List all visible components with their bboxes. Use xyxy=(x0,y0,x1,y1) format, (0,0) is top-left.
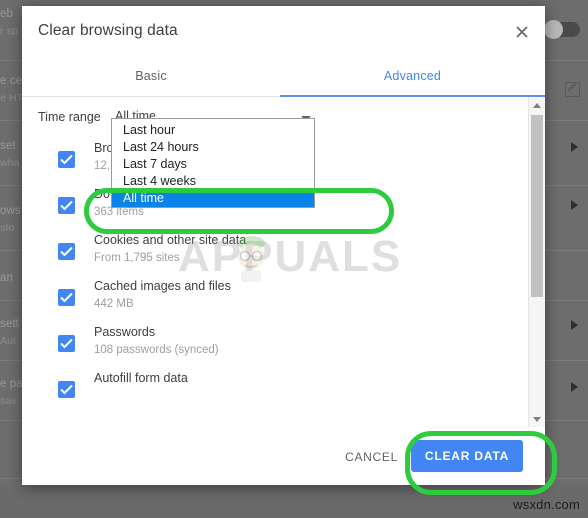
backdrop-text-fragment: e HT xyxy=(0,92,24,104)
list-item-subtitle: From 1,795 sites xyxy=(94,252,180,264)
time-range-label: Time range xyxy=(38,110,101,124)
cancel-button[interactable]: CANCEL xyxy=(337,444,406,470)
dialog-scrollbar[interactable] xyxy=(528,97,545,427)
backdrop-text-fragment: set xyxy=(0,140,16,152)
list-item[interactable]: Cached images and files 442 MB xyxy=(22,279,515,325)
list-item[interactable]: Passwords 108 passwords (synced) xyxy=(22,325,515,371)
site-watermark: wsxdn.com xyxy=(513,497,580,512)
dropdown-option-last-24-hours[interactable]: Last 24 hours xyxy=(112,139,314,156)
list-item-title: Passwords xyxy=(94,325,156,339)
checkbox-checked[interactable] xyxy=(58,243,75,260)
scroll-down-arrow-icon[interactable] xyxy=(529,411,545,427)
chevron-right-icon[interactable] xyxy=(571,200,578,210)
dialog-tabs: Basic Advanced xyxy=(22,59,545,97)
dialog-footer: CANCEL CLEAR DATA xyxy=(22,426,545,485)
clear-browsing-data-dialog: Clear browsing data Basic Advanced Time … xyxy=(22,6,545,485)
checkbox-checked[interactable] xyxy=(58,151,75,168)
backdrop-text-fragment: sett xyxy=(0,318,19,330)
backdrop-toggle-switch[interactable] xyxy=(544,20,580,39)
dropdown-option-last-hour[interactable]: Last hour xyxy=(112,122,314,139)
backdrop-text-fragment: r sp xyxy=(0,25,18,37)
dropdown-option-all-time[interactable]: All time xyxy=(112,190,314,207)
list-item-title: Autofill form data xyxy=(94,371,188,385)
list-item-title: Cached images and files xyxy=(94,279,231,293)
backdrop-text-fragment: sto xyxy=(0,222,15,234)
backdrop-text-fragment: wha xyxy=(0,157,20,169)
close-icon[interactable] xyxy=(509,19,535,45)
tab-basic[interactable]: Basic xyxy=(22,59,280,96)
backdrop-text-fragment: ows xyxy=(0,205,21,217)
dialog-header: Clear browsing data xyxy=(22,6,545,59)
backdrop-bottom-band xyxy=(0,486,588,518)
time-range-dropdown-menu[interactable]: Last hour Last 24 hours Last 7 days Last… xyxy=(111,118,315,208)
clear-data-button[interactable]: CLEAR DATA xyxy=(411,440,523,472)
backdrop-text-fragment: e pa xyxy=(0,378,23,390)
chevron-right-icon[interactable] xyxy=(571,320,578,330)
backdrop-text-fragment: Aut xyxy=(0,335,17,347)
scroll-up-arrow-icon[interactable] xyxy=(529,97,545,113)
checkbox-checked[interactable] xyxy=(58,381,75,398)
backdrop-text-fragment: an xyxy=(0,272,13,284)
backdrop-text-fragment: eb xyxy=(0,8,13,20)
list-item-subtitle: 108 passwords (synced) xyxy=(94,344,219,356)
tab-advanced[interactable]: Advanced xyxy=(280,59,545,96)
checkbox-checked[interactable] xyxy=(58,289,75,306)
dropdown-option-last-4-weeks[interactable]: Last 4 weeks xyxy=(112,173,314,190)
list-item-title: Cookies and other site data xyxy=(94,233,247,247)
scrollbar-thumb[interactable] xyxy=(531,115,543,297)
checkbox-checked[interactable] xyxy=(58,197,75,214)
list-item[interactable]: Cookies and other site data From 1,795 s… xyxy=(22,233,515,279)
list-item-subtitle: 442 MB xyxy=(94,298,134,310)
checkbox-checked[interactable] xyxy=(58,335,75,352)
chevron-right-icon[interactable] xyxy=(571,382,578,392)
dialog-body: Time range All time Browsing history 12,… xyxy=(22,97,545,427)
backdrop-text-fragment: sav xyxy=(0,395,17,407)
dialog-title: Clear browsing data xyxy=(38,22,178,39)
external-link-icon[interactable] xyxy=(565,82,580,97)
list-item[interactable]: Autofill form data xyxy=(22,371,515,417)
chevron-right-icon[interactable] xyxy=(571,142,578,152)
dropdown-option-last-7-days[interactable]: Last 7 days xyxy=(112,156,314,173)
backdrop-text-fragment: e ce xyxy=(0,75,23,87)
